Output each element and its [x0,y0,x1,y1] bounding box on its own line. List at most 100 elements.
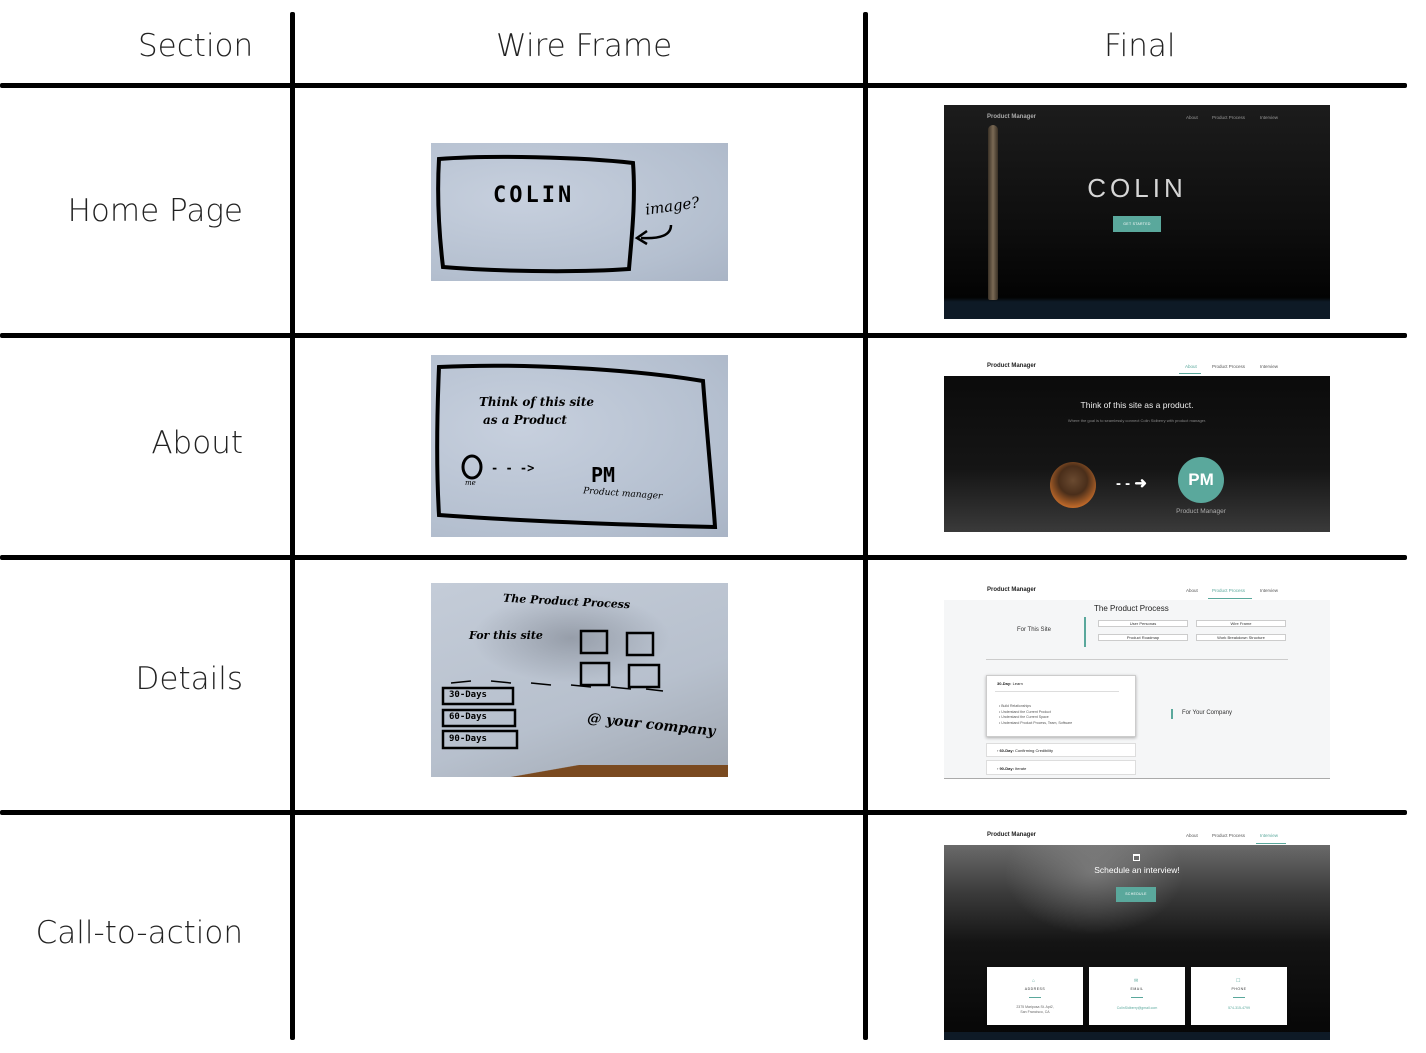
final-about-pm-label: Product Manager [1176,508,1226,515]
final-cta-phone-title: PHONE [1231,987,1247,991]
final-cta-email-title: EMAIL [1130,987,1144,991]
final-cta-screenshot: Product Manager About Product Process In… [944,828,1330,1040]
final-cta-hero: Schedule an interview! SCHEDULE ⌂ ADDRES… [944,845,1330,1040]
header-section: Section [138,28,254,64]
final-details-acc1-rule [995,691,1119,692]
header-divider [0,83,1407,88]
final-details-nav-about[interactable]: About [1186,588,1198,593]
final-details-hr [986,659,1288,660]
wireframe-details-photo: The Product Process For this site 30-Day… [431,583,728,777]
final-home-pen-image [988,125,998,300]
row-label-about: About [151,425,243,461]
final-cta-card-address: ⌂ ADDRESS 2375 Mariposa St. Apt2, San Fr… [987,967,1083,1025]
wireframe-details-sketch [441,629,664,750]
wireframe-home-title: COLIN [493,183,575,208]
final-cta-phone-line1: 574-315-4799 [1228,1006,1250,1010]
final-details-divider-teal [1084,617,1086,647]
final-details-nav-underline [1208,598,1252,599]
final-details-screenshot: Product Manager About Product Process In… [944,583,1330,779]
final-cta-address-line1: 2375 Mariposa St. Apt2, [1016,1005,1054,1009]
final-cta-email-rule [1131,997,1143,998]
row-label-details: Details [135,661,243,697]
wireframe-details-day-60: 60-Days [449,712,487,722]
final-details-bullets: • Build Relationships • Understand the C… [999,704,1072,726]
final-about-nav-interview[interactable]: Interview [1260,364,1278,369]
final-cta-address-rule [1029,997,1041,998]
final-details-accordion-60[interactable]: › 60-Day: Confirming Credibility [986,743,1136,757]
row-label-cta: Call-to-action [35,915,243,951]
final-details-nav-process[interactable]: Product Process [1212,588,1245,593]
final-cta-phone-rule [1233,997,1245,998]
final-home-nav-process[interactable]: Product Process [1212,115,1245,120]
final-details-chip-wbs[interactable]: Work Breakdown Structure [1196,634,1286,641]
final-cta-nav-interview[interactable]: Interview [1260,833,1278,838]
final-home-nav-about[interactable]: About [1186,115,1198,120]
final-home-brand[interactable]: Product Manager [987,114,1036,120]
final-details-bullet: • Understand Product Process, Team, Soft… [999,720,1073,725]
final-home-cta-button[interactable]: GET STARTED [1113,216,1161,232]
final-cta-nav-about[interactable]: About [1186,833,1198,838]
final-cta-nav-underline [1256,843,1286,844]
final-about-avatar [1050,462,1096,508]
wireframe-about-me: me [465,479,476,487]
final-about-nav-about[interactable]: About [1185,364,1197,369]
final-cta-footer-strip [944,1032,1330,1040]
final-cta-nav-process[interactable]: Product Process [1212,833,1245,838]
final-details-nav-interview[interactable]: Interview [1260,588,1278,593]
final-about-brand[interactable]: Product Manager [987,363,1036,369]
final-cta-address-title: ADDRESS [1024,987,1046,991]
column-divider-1 [290,12,295,1040]
final-details-acc2-text: Confirming Credibility [1015,748,1054,753]
final-about-nav-underline [1179,373,1201,374]
final-details-chip-wireframe[interactable]: Wire Frame [1196,620,1286,627]
final-home-screenshot: Product Manager About Product Process In… [944,105,1330,319]
row-label-home: Home Page [67,193,243,229]
final-cta-calendar-icon [1133,854,1140,861]
wireframe-about-sketch [435,363,718,530]
final-cta-email-line1[interactable]: ColinSidberry@gmail.com [1089,1006,1185,1010]
header-wireframe: Wire Frame [496,28,673,64]
final-details-acc2-day: 60-Day: [999,748,1014,753]
final-details-acc3-text: Iterate [1015,766,1027,771]
wireframe-details-day-90: 90-Days [449,734,487,744]
final-about-screenshot: Product Manager About Product Process In… [944,355,1330,532]
final-cta-address-icon: ⌂ [1032,978,1036,984]
final-home-nav-interview[interactable]: Interview [1260,115,1278,120]
final-details-brand[interactable]: Product Manager [987,587,1036,593]
final-details-company: For Your Company [1182,710,1233,716]
final-cta-phone-icon: ☐ [1236,978,1241,984]
final-details-acc1-header: 30-Day: Learn [997,681,1023,686]
final-about-arrow: - - ➜ [1116,475,1147,492]
wireframe-about-pm: PM [591,463,616,487]
final-details-for-site: For This Site [1017,627,1051,633]
final-about-heading: Think of this site as a product. [1080,400,1194,410]
final-details-title: The Product Process [1094,604,1169,613]
final-cta-email-icon: ✉ [1134,978,1139,984]
final-cta-brand[interactable]: Product Manager [987,832,1036,838]
column-divider-2 [863,12,868,1040]
final-details-accordion-90[interactable]: › 90-Day: Iterate [986,760,1136,775]
final-details-acc3-day: 90-Day: [999,766,1014,771]
header-final: Final [1104,28,1176,64]
final-cta-card-email: ✉ EMAIL ColinSidberry@gmail.com [1089,967,1185,1025]
final-details-company-bar [1171,709,1173,719]
wireframe-details-for-site: For this site [469,629,543,642]
final-details-chip-personas[interactable]: User Personas [1098,620,1188,627]
wireframe-home-photo: COLIN image? [431,143,728,281]
final-details-accordion-open[interactable]: 30-Day: Learn • Build Relationships • Un… [986,675,1136,737]
final-about-subheading: Where the goal is to seamlessly connect … [1067,418,1207,423]
wireframe-about-line1: Think of this site [479,395,595,409]
final-cta-schedule-button[interactable]: SCHEDULE [1116,887,1156,902]
final-about-nav-process[interactable]: Product Process [1212,364,1245,369]
final-about-hero: Think of this site as a product. Where t… [944,376,1330,532]
wireframe-details-day-30: 30-Days [449,690,487,700]
final-cta-heading: Schedule an interview! [1094,865,1180,875]
final-cta-address-line2: San Francisco, CA [1020,1010,1050,1014]
final-details-acc1-text: Learn [1012,681,1023,686]
row-divider-2 [0,555,1407,560]
final-cta-card-phone: ☐ PHONE 574-315-4799 [1191,967,1287,1025]
final-about-pm-text: PM [1188,470,1214,489]
final-details-chip-roadmap[interactable]: Product Roadmap [1098,634,1188,641]
final-cta-hero-photo-overlay [1004,845,1184,935]
wireframe-about-arrow: - - -> [491,461,535,475]
